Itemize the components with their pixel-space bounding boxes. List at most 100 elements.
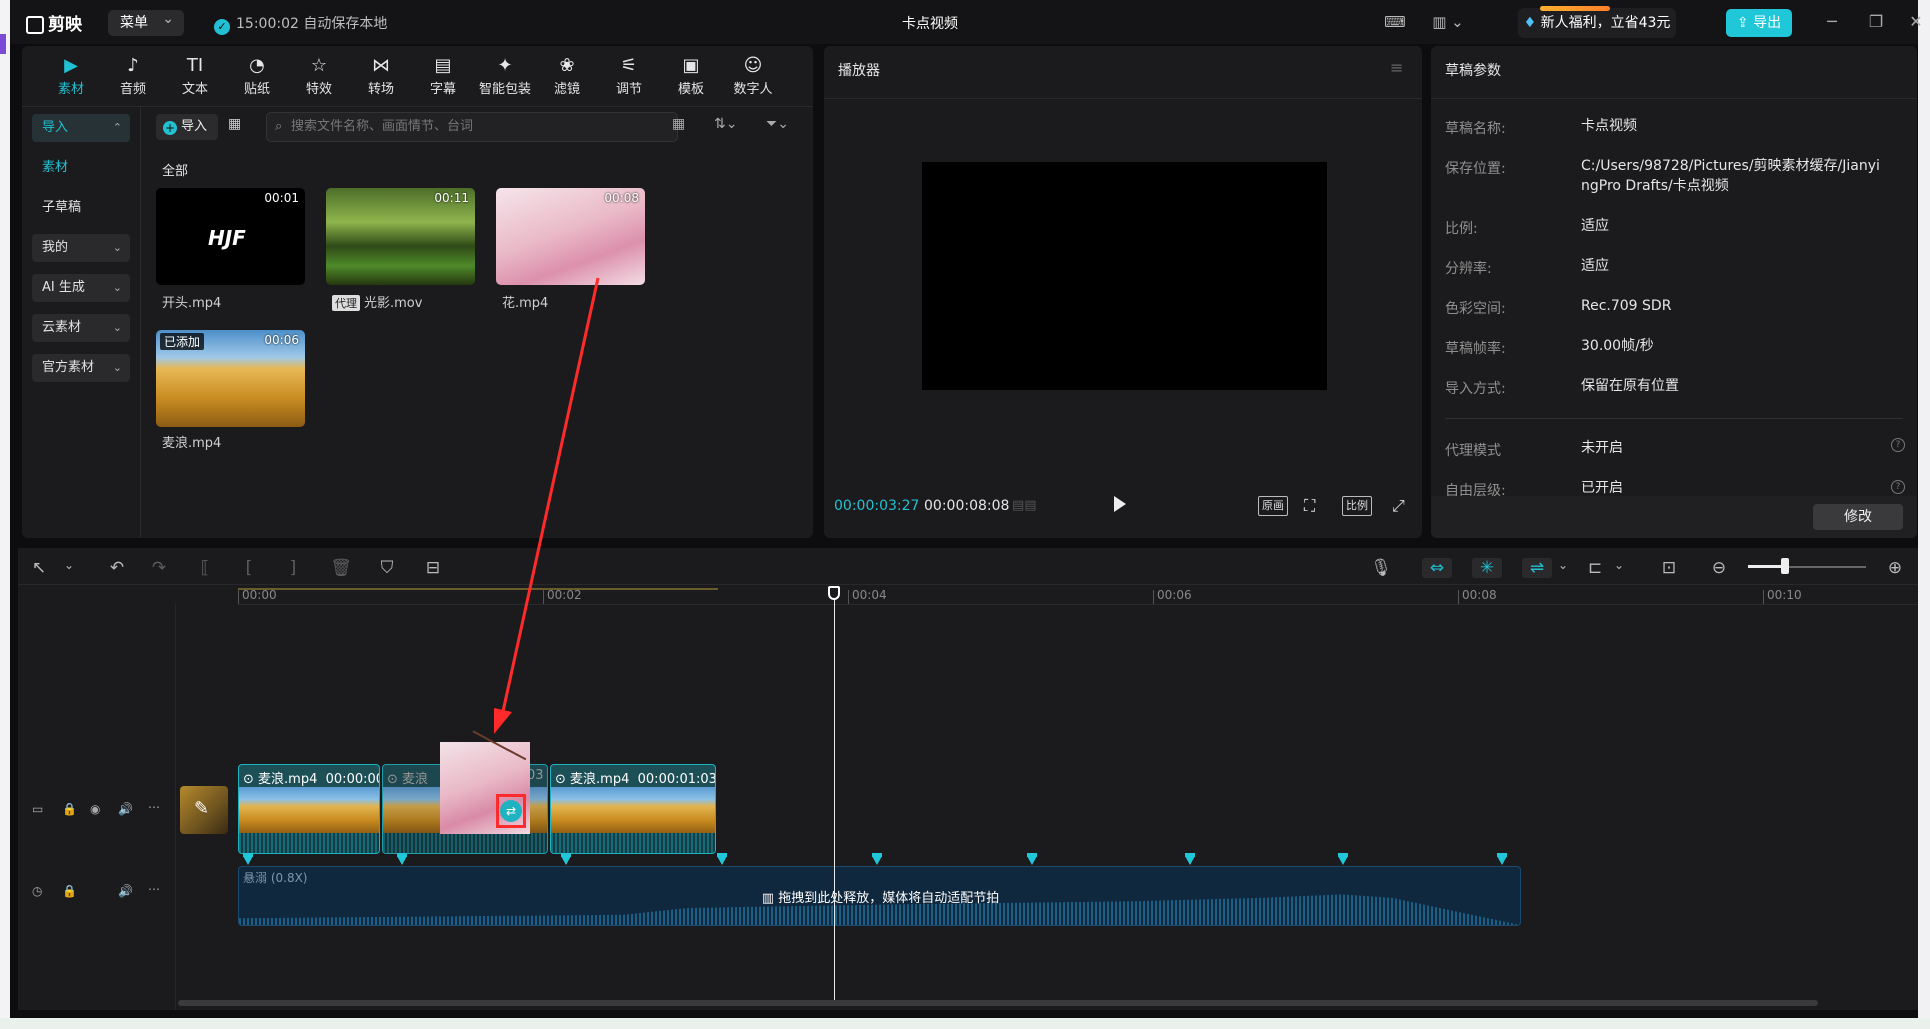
media-item-light[interactable]: 00:11: [326, 188, 475, 285]
main-track-magnet-icon[interactable]: ⇔: [1422, 558, 1452, 578]
nav-cloud[interactable]: 云素材 ⌄: [32, 314, 130, 342]
nav-mine[interactable]: 我的 ⌄: [32, 234, 130, 262]
nav-sub-draft[interactable]: 子草稿: [32, 194, 130, 222]
focus-icon[interactable]: ⛶: [1304, 496, 1315, 516]
tab-template[interactable]: ▣ 模板: [664, 54, 718, 97]
tab-effects-star[interactable]: ☆ 特效: [292, 54, 346, 97]
nav-ai-generate[interactable]: AI 生成 ⌄: [32, 274, 130, 302]
cover-thumbnail[interactable]: ✎: [180, 786, 228, 834]
view-mode-icon[interactable]: ▦: [672, 116, 685, 132]
tab-label: 智能包装: [478, 82, 531, 97]
tab-play-box[interactable]: ▶ 素材: [44, 54, 98, 97]
tab-text[interactable]: TI 文本: [168, 54, 222, 97]
horizontal-scrollbar[interactable]: [178, 1000, 1818, 1006]
select-cursor-icon[interactable]: ↖: [28, 558, 50, 578]
beat-marker[interactable]: [243, 853, 253, 865]
beat-marker[interactable]: [1338, 853, 1348, 865]
lock-icon[interactable]: 🔒: [62, 884, 77, 898]
volume-icon[interactable]: 🔊: [118, 802, 133, 816]
zoom-fit-icon[interactable]: ⊡: [1658, 558, 1680, 578]
linkage-icon[interactable]: ⇌: [1522, 558, 1552, 578]
nav-material[interactable]: 素材: [32, 154, 130, 182]
beat-marker[interactable]: [1027, 853, 1037, 865]
param-value: 30.00帧/秒: [1581, 338, 1654, 354]
beat-marker[interactable]: [397, 853, 407, 865]
promo-banner[interactable]: ♦ 新人福利，立省43元: [1518, 6, 1676, 38]
playhead[interactable]: [834, 588, 835, 1006]
tab-subtitle[interactable]: ▤ 字幕: [416, 54, 470, 97]
timeline-audio-clip[interactable]: 悬溺 (0.8X) ▥ 拖拽到此处释放，媒体将自动适配节拍: [238, 866, 1521, 926]
auto-snap-icon[interactable]: ✳: [1472, 558, 1502, 578]
media-item-wheat[interactable]: 已添加 00:06: [156, 330, 305, 427]
preview-axis-icon[interactable]: ⊏: [1584, 558, 1606, 578]
beat-marker[interactable]: [717, 853, 727, 865]
media-item-flower[interactable]: 00:08: [496, 188, 645, 285]
shortcut-icon[interactable]: ⌨: [1384, 11, 1406, 33]
caption-edit-icon[interactable]: ⊟: [422, 558, 444, 578]
tab-smart-pack[interactable]: ✦ 智能包装: [478, 54, 532, 97]
hamburger-menu-icon[interactable]: ≡: [1390, 58, 1403, 77]
timeline-video-clip[interactable]: ⊙ 麦浪.mp4 00:00:01:03: [550, 764, 716, 854]
beat-marker[interactable]: [872, 853, 882, 865]
tab-transition[interactable]: ⋈ 转场: [354, 54, 408, 97]
layout-icon[interactable]: ▥ ⌄: [1428, 11, 1468, 33]
beat-marker[interactable]: [561, 853, 571, 865]
delete-icon[interactable]: 🗑: [330, 558, 352, 578]
more-icon[interactable]: ⋯: [148, 800, 160, 814]
beat-marker[interactable]: [1497, 853, 1507, 865]
param-value: C:/Users/98728/Pictures/剪映素材缓存/JianyingP…: [1581, 158, 1880, 194]
original-quality-button[interactable]: 原画: [1258, 496, 1288, 516]
chevron-down-icon[interactable]: ⌄: [58, 558, 80, 572]
tab-adjust[interactable]: ⚟ 调节: [602, 54, 656, 97]
more-icon[interactable]: ⋯: [148, 882, 160, 896]
nav-official[interactable]: 官方素材 ⌄: [32, 354, 130, 382]
replace-clip-icon[interactable]: ⇄: [500, 800, 522, 822]
play-icon[interactable]: [1114, 496, 1126, 512]
beat-marker[interactable]: [1185, 853, 1195, 865]
help-icon[interactable]: ?: [1891, 480, 1905, 494]
list-icon[interactable]: ▤▤: [1012, 498, 1037, 513]
playhead-handle[interactable]: [828, 586, 840, 600]
filter-icon[interactable]: ⏷⌄: [766, 116, 789, 132]
chevron-down-icon[interactable]: ⌄: [1552, 558, 1574, 572]
help-icon[interactable]: ?: [1891, 438, 1905, 452]
volume-icon[interactable]: 🔊: [118, 884, 133, 898]
export-button[interactable]: ⇪ 导出: [1726, 9, 1792, 37]
undo-icon[interactable]: ↶: [106, 558, 128, 578]
fullscreen-icon[interactable]: ⤢: [1392, 496, 1405, 516]
timeline-video-clip[interactable]: ⊙ 麦浪.mp4 00:00:00: [238, 764, 380, 854]
video-preview[interactable]: [922, 162, 1327, 390]
split-icon[interactable]: ⟦: [194, 558, 216, 578]
lock-icon[interactable]: 🔒: [62, 802, 77, 816]
tab-sticker[interactable]: ◔ 贴纸: [230, 54, 284, 97]
qr-grid-icon[interactable]: ▦: [228, 116, 241, 132]
sort-icon[interactable]: ⇅⌄: [714, 116, 737, 132]
split-left-icon[interactable]: [: [238, 558, 260, 578]
chevron-down-icon[interactable]: ⌄: [1608, 558, 1630, 572]
redo-icon[interactable]: ↷: [148, 558, 170, 578]
marker-icon[interactable]: ⛉: [376, 558, 398, 578]
tab-digital-human[interactable]: ☺ 数字人: [726, 54, 780, 97]
restore-icon[interactable]: ❐: [1866, 12, 1886, 32]
nav-import[interactable]: 导入 ⌃: [32, 114, 130, 142]
zoom-slider-thumb[interactable]: [1781, 558, 1789, 574]
ratio-button[interactable]: 比例: [1342, 496, 1372, 516]
media-item-opening[interactable]: HJF 00:01: [156, 188, 305, 285]
zoom-out-icon[interactable]: ⊖: [1708, 558, 1730, 578]
close-icon[interactable]: ✕: [1906, 12, 1926, 32]
eye-icon[interactable]: ◉: [90, 802, 100, 816]
thumb-overlay-text: HJF: [208, 226, 246, 250]
player-title: 播放器: [838, 63, 880, 79]
media-search-input[interactable]: ⌕ 搜索文件名称、画面情节、台词: [266, 112, 678, 142]
split-right-icon[interactable]: ]: [282, 558, 304, 578]
minimize-icon[interactable]: ─: [1822, 12, 1842, 32]
import-button[interactable]: + 导入: [156, 114, 218, 140]
zoom-in-icon[interactable]: ⊕: [1884, 558, 1906, 578]
text-icon: TI: [186, 55, 204, 76]
tab-filter[interactable]: ❀ 滤镜: [540, 54, 594, 97]
effects-star-icon: ☆: [310, 55, 328, 76]
microphone-icon[interactable]: 🎙: [1370, 558, 1392, 578]
modify-button[interactable]: 修改: [1813, 504, 1903, 530]
current-timecode: 00:00:03:27: [834, 498, 920, 514]
tab-music-disc[interactable]: ♪ 音频: [106, 54, 160, 97]
